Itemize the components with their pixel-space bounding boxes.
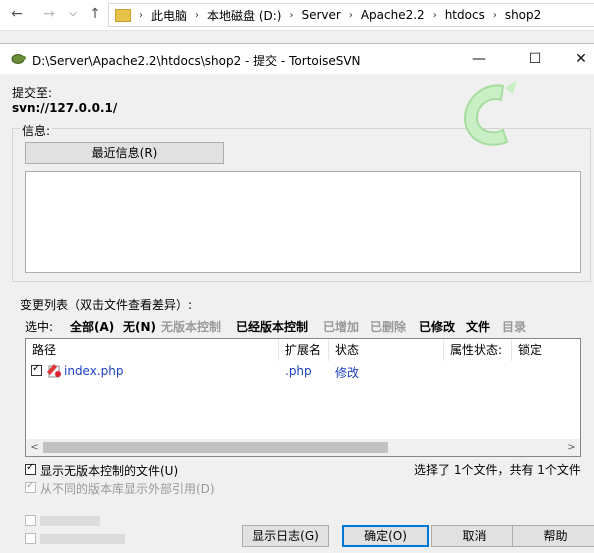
filter-added: 已增加 — [323, 320, 360, 334]
obscured-option-checkbox-1 — [25, 515, 36, 526]
recent-dropdown-icon[interactable]: ⌵ — [64, 5, 82, 23]
file-path: index.php — [64, 364, 124, 378]
dialog-title: D:\Server\Apache2.2\htdocs\shop2 - 提交 - … — [32, 54, 361, 68]
explorer-address-bar: ← → ⌵ ↑ › 此电脑 › 本地磁盘 (D:) › Server › Apa… — [0, 0, 594, 31]
recent-messages-button[interactable]: 最近信息(R) — [25, 142, 224, 164]
filter-modified[interactable]: 已修改 — [419, 318, 455, 335]
chevron-right-icon: › — [492, 9, 497, 21]
show-unversioned-checkbox[interactable] — [25, 462, 36, 475]
maximize-icon[interactable]: ☐ — [512, 44, 558, 74]
column-header-extension[interactable]: 扩展名 — [279, 339, 329, 361]
filter-none[interactable]: 无(N) — [123, 318, 156, 335]
cancel-button[interactable]: 取消 — [431, 525, 518, 547]
modified-file-icon — [47, 364, 61, 378]
breadcrumb-htdocs[interactable]: htdocs — [439, 8, 491, 22]
address-box[interactable]: › 此电脑 › 本地磁盘 (D:) › Server › Apache2.2 ›… — [108, 3, 594, 27]
scroll-left-icon[interactable]: < — [26, 439, 43, 456]
tortoise-app-icon — [11, 54, 26, 64]
chevron-right-icon: › — [195, 9, 200, 21]
file-status: 修改 — [335, 366, 360, 380]
show-log-button[interactable]: 显示日志(G) — [242, 525, 329, 547]
tortoisesvn-watermark-logo — [463, 80, 517, 146]
forward-arrow-icon[interactable]: → — [40, 5, 58, 23]
scroll-right-icon[interactable]: > — [563, 439, 580, 456]
dialog-titlebar[interactable]: D:\Server\Apache2.2\htdocs\shop2 - 提交 - … — [0, 44, 594, 74]
commit-dialog: D:\Server\Apache2.2\htdocs\shop2 - 提交 - … — [0, 43, 594, 553]
column-header-path[interactable]: 路径 — [26, 339, 279, 361]
back-arrow-icon[interactable]: ← — [8, 5, 26, 23]
changes-label: 变更列表（双击文件查看差异）: — [20, 298, 193, 312]
filter-all[interactable]: 全部(A) — [70, 318, 114, 335]
minimize-icon[interactable]: — — [456, 44, 502, 74]
help-button[interactable]: 帮助 — [512, 525, 594, 547]
breadcrumb-this-pc[interactable]: 此电脑 — [145, 7, 193, 24]
selection-summary: 选择了 1个文件，共有 1个文件 — [414, 463, 581, 477]
breadcrumb-shop2[interactable]: shop2 — [499, 8, 547, 22]
filter-files[interactable]: 文件 — [466, 318, 490, 335]
folder-icon — [115, 8, 131, 22]
up-arrow-icon[interactable]: ↑ — [86, 5, 104, 23]
breadcrumb-server[interactable]: Server — [295, 8, 346, 22]
chevron-right-icon: › — [139, 9, 143, 21]
scrollbar-thumb[interactable] — [43, 442, 388, 453]
column-header-lock[interactable]: 锁定 — [512, 339, 580, 361]
obscured-option-label-2 — [40, 534, 125, 544]
obscured-option-checkbox-2 — [25, 533, 36, 544]
horizontal-scrollbar[interactable]: < > — [26, 439, 580, 456]
breadcrumb-local-disk[interactable]: 本地磁盘 (D:) — [201, 7, 287, 24]
show-externals-checkbox — [25, 480, 36, 493]
close-icon[interactable]: ✕ — [558, 44, 594, 74]
chevron-right-icon: › — [348, 9, 353, 21]
obscured-option-label-1 — [40, 516, 100, 526]
filter-unversioned: 无版本控制 — [161, 320, 222, 334]
column-header-property-status[interactable]: 属性状态: — [444, 339, 512, 361]
commit-to-url: svn://127.0.0.1/ — [12, 101, 118, 115]
show-unversioned-label[interactable]: 显示无版本控制的文件(U) — [40, 462, 178, 479]
chevron-right-icon: › — [289, 9, 294, 21]
filter-deleted: 已删除 — [370, 320, 407, 334]
filter-directories: 目录 — [502, 320, 527, 334]
ok-button[interactable]: 确定(O) — [342, 525, 429, 547]
file-extension: .php — [285, 364, 312, 378]
select-label: 选中: — [25, 320, 54, 334]
chevron-right-icon: › — [432, 9, 437, 21]
filter-versioned[interactable]: 已经版本控制 — [236, 318, 308, 335]
commit-to-label: 提交至: — [12, 86, 53, 100]
file-checkbox[interactable] — [31, 363, 42, 376]
column-header-status[interactable]: 状态 — [329, 339, 444, 361]
changed-files-list[interactable]: 路径 扩展名 状态 属性状态: 锁定 index.php .php 修改 < > — [25, 338, 581, 457]
show-externals-label: 从不同的版本库显示外部引用(D) — [40, 482, 215, 496]
commit-message-textarea[interactable] — [25, 171, 581, 273]
breadcrumb-apache[interactable]: Apache2.2 — [355, 8, 431, 22]
message-group-label: 信息: — [20, 122, 53, 139]
